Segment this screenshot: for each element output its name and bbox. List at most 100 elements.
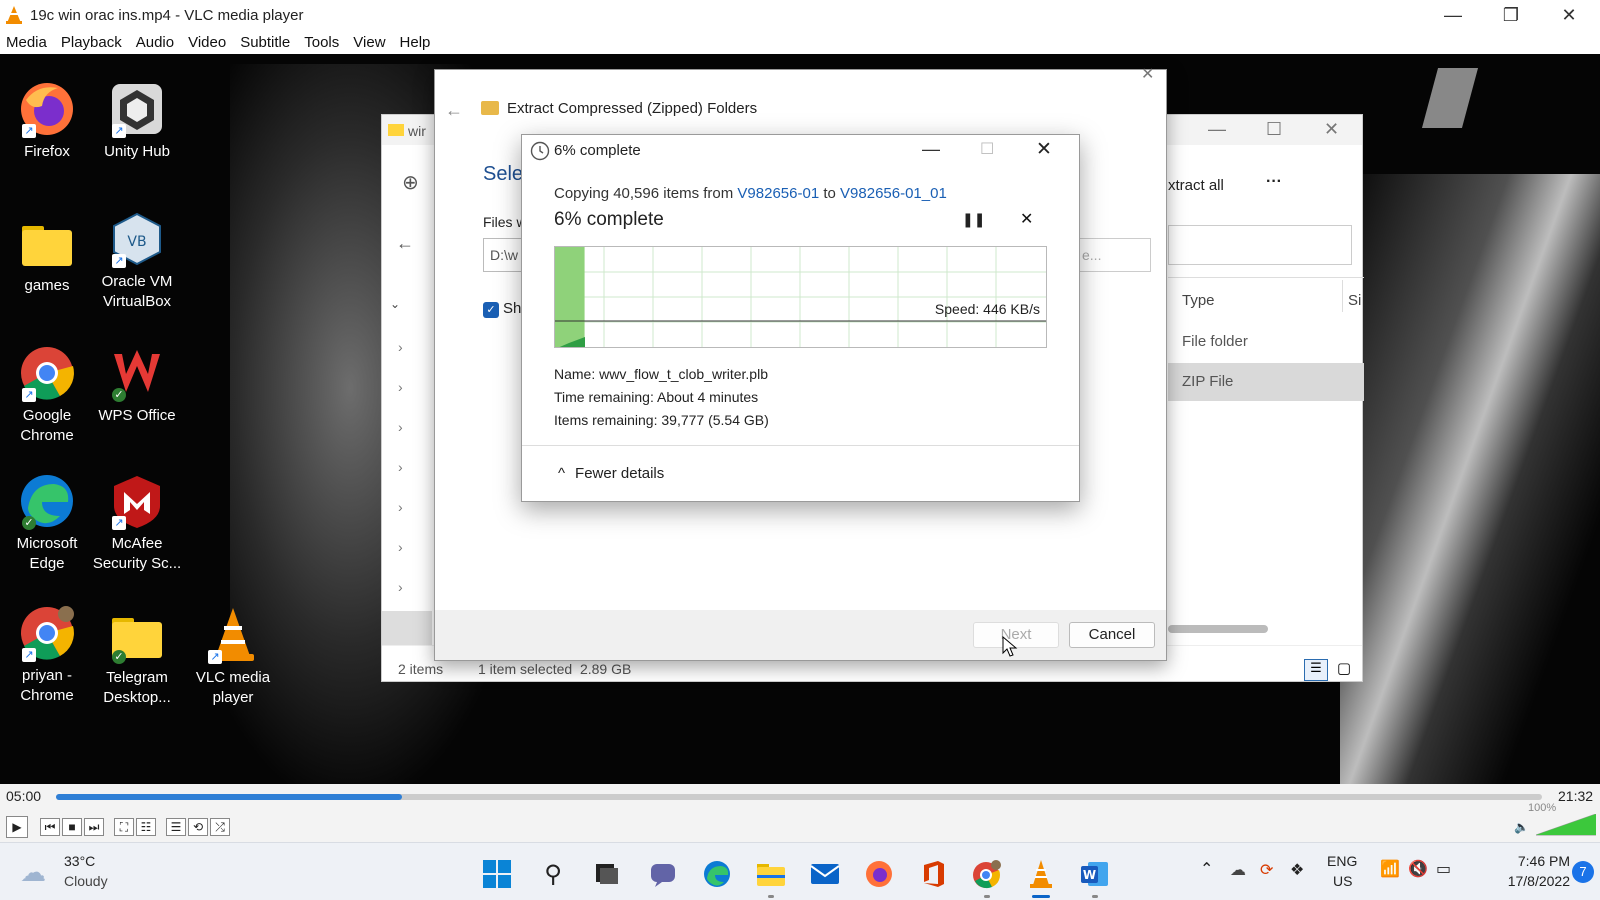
wallpaper-stripe [1421, 68, 1479, 128]
chevron-right-icon[interactable]: › [398, 459, 403, 475]
chevron-right-icon[interactable]: › [398, 539, 403, 555]
word-taskbar-button[interactable]: W [1078, 857, 1112, 891]
pause-button[interactable]: ❚❚ [962, 211, 985, 228]
chevron-down-icon[interactable]: ⌄ [390, 297, 400, 311]
search-button[interactable]: ⚲ [536, 857, 570, 891]
menu-view[interactable]: View [353, 34, 385, 51]
volume-slider[interactable] [1536, 814, 1596, 836]
notification-badge[interactable]: 7 [1572, 861, 1594, 883]
chevron-right-icon[interactable]: › [398, 499, 403, 515]
minimize-button[interactable]: — [1424, 0, 1482, 30]
wizard-back-button[interactable]: ← [445, 100, 463, 121]
dropbox-icon[interactable]: ❖ [1290, 860, 1304, 880]
source-folder-link[interactable]: V982656-01 [737, 185, 819, 202]
show-files-checkbox[interactable]: ✓ [483, 302, 499, 318]
chevron-right-icon[interactable]: › [398, 579, 403, 595]
desktop-icon-priyan-chrome[interactable]: ↗ priyan - Chrome [2, 604, 92, 706]
explorer-minimize-button[interactable]: — [1208, 119, 1226, 140]
vlc-titlebar[interactable]: 19c win orac ins.mp4 - VLC media player … [0, 0, 1600, 30]
desktop-icon-unity-hub[interactable]: ↗ Unity Hub [92, 80, 182, 162]
extended-settings-button[interactable]: ☷ [136, 818, 156, 836]
menu-playback[interactable]: Playback [61, 34, 122, 51]
clock-date[interactable]: 17/8/2022 [1490, 873, 1570, 889]
desktop-icon-telegram[interactable]: ✓ Telegram Desktop... [92, 606, 182, 708]
teams-chat-button[interactable] [646, 857, 680, 891]
menu-media[interactable]: Media [6, 34, 47, 51]
column-header-type[interactable]: Type [1182, 292, 1215, 309]
dialog-minimize-button[interactable]: — [922, 139, 940, 160]
previous-icon: ⏮ [44, 819, 56, 834]
desktop-icon-wps-office[interactable]: ✓ WPS Office [92, 344, 182, 426]
battery-icon[interactable]: ▭ [1436, 859, 1451, 879]
task-view-button[interactable] [590, 857, 624, 891]
desktop-icon-games[interactable]: games [2, 214, 92, 296]
desktop-icon-firefox[interactable]: ↗ Firefox [2, 80, 92, 162]
explorer-close-button[interactable]: ✕ [1324, 119, 1339, 140]
shuffle-button[interactable]: ⤮ [210, 818, 230, 836]
dialog-maximize-button[interactable]: ☐ [980, 139, 994, 159]
close-button[interactable]: ✕ [1540, 0, 1598, 30]
chevron-right-icon[interactable]: › [398, 379, 403, 395]
office-taskbar-button[interactable] [916, 857, 950, 891]
explorer-tab[interactable]: wir [388, 123, 426, 139]
playlist-button[interactable]: ☰ [166, 818, 186, 836]
previous-button[interactable]: ⏮ [40, 818, 60, 836]
fewer-details-toggle[interactable]: ^ Fewer details [558, 465, 664, 482]
onedrive-error-icon[interactable]: ☁ [1230, 860, 1246, 880]
add-icon[interactable]: ⊕ [402, 170, 419, 195]
desktop-icon-virtualbox[interactable]: VB ↗ Oracle VM VirtualBox [92, 210, 182, 312]
wizard-close-button[interactable]: ✕ [1141, 64, 1154, 84]
menu-help[interactable]: Help [400, 34, 431, 51]
next-media-button[interactable]: ⏭ [84, 818, 104, 836]
seek-bar[interactable] [56, 794, 1542, 800]
volume-speaker-icon[interactable]: 🔈 [1514, 820, 1529, 834]
desktop-icon-vlc[interactable]: ↗ VLC media player [188, 606, 278, 708]
menu-tools[interactable]: Tools [304, 34, 339, 51]
file-explorer-taskbar-button[interactable] [754, 857, 788, 891]
restore-button[interactable]: ❐ [1482, 0, 1540, 30]
details-view-icon[interactable]: ☰ [1304, 659, 1328, 681]
explorer-maximize-button[interactable]: ☐ [1266, 119, 1282, 140]
update-icon[interactable]: ⟳ [1260, 860, 1273, 880]
tiles-view-icon[interactable]: ▢ [1332, 659, 1356, 681]
nav-tree-selected[interactable] [382, 611, 432, 645]
cancel-button[interactable]: Cancel [1069, 622, 1155, 648]
speaker-muted-icon[interactable]: 🔇 [1408, 859, 1428, 879]
weather-description[interactable]: Cloudy [64, 873, 108, 889]
start-button[interactable] [480, 857, 514, 891]
menu-audio[interactable]: Audio [136, 34, 174, 51]
input-language[interactable]: ENG [1327, 853, 1357, 869]
fullscreen-button[interactable]: ⛶ [114, 818, 134, 836]
firefox-taskbar-button[interactable] [862, 857, 896, 891]
loop-button[interactable]: ⟲ [188, 818, 208, 836]
clock-time[interactable]: 7:46 PM [1490, 853, 1570, 869]
cancel-copy-button[interactable]: ✕ [1020, 209, 1033, 229]
vlc-taskbar-button[interactable] [1024, 857, 1058, 891]
browse-button[interactable]: e... [1075, 238, 1151, 272]
dialog-close-button[interactable]: ✕ [1036, 138, 1052, 161]
more-options-button[interactable]: ··· [1266, 173, 1282, 191]
play-button[interactable]: ▶ [6, 816, 28, 838]
chevron-right-icon[interactable]: › [398, 339, 403, 355]
extract-all-button[interactable]: xtract all [1168, 177, 1224, 194]
menu-subtitle[interactable]: Subtitle [240, 34, 290, 51]
chrome-taskbar-button[interactable] [970, 857, 1004, 891]
menu-video[interactable]: Video [188, 34, 226, 51]
mail-taskbar-button[interactable] [808, 857, 842, 891]
show-hidden-icons-chevron[interactable]: ⌃ [1200, 859, 1213, 879]
explorer-search-box[interactable] [1168, 225, 1352, 265]
desktop-icon-edge[interactable]: ✓ Microsoft Edge [2, 472, 92, 574]
weather-cloud-icon[interactable]: ☁ [20, 857, 46, 888]
destination-folder-link[interactable]: V982656-01_01 [840, 185, 947, 202]
wifi-icon[interactable]: 📶 [1380, 859, 1400, 879]
playlist-icon: ☰ [170, 820, 182, 834]
stop-button[interactable]: ■ [62, 818, 82, 836]
edge-taskbar-button[interactable] [700, 857, 734, 891]
chevron-right-icon[interactable]: › [398, 419, 403, 435]
column-header-size[interactable]: Si [1348, 292, 1361, 309]
desktop-icon-mcafee[interactable]: ↗ McAfee Security Sc... [92, 472, 182, 574]
desktop-icon-chrome[interactable]: ↗ Google Chrome [2, 344, 92, 446]
input-region[interactable]: US [1333, 873, 1352, 889]
horizontal-scrollbar[interactable] [1168, 625, 1268, 633]
weather-temperature[interactable]: 33°C [64, 853, 95, 869]
